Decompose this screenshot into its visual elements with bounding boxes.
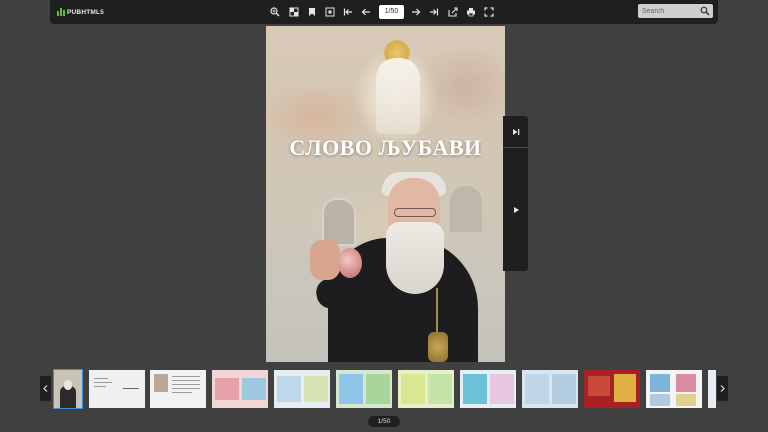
chevron-right-icon <box>720 385 725 392</box>
end-page-icon <box>512 128 519 135</box>
thumbnails-button[interactable] <box>287 5 301 19</box>
page-indicator: 1/50 <box>368 416 400 427</box>
bookmark-icon <box>309 8 315 16</box>
thumbnail-page-1[interactable] <box>53 369 83 409</box>
autoplay-button[interactable] <box>508 202 523 217</box>
pubhtml5-logo[interactable]: PUBHTML5 <box>57 7 104 17</box>
previous-page-icon <box>361 8 370 16</box>
pectoral-cross <box>428 332 448 362</box>
search-icon[interactable] <box>700 6 710 16</box>
top-toolbar: PUBHTML5 <box>50 0 718 24</box>
fresco-figure <box>376 58 420 134</box>
share-icon <box>448 7 458 17</box>
thumbnail-page-20-21[interactable] <box>646 370 702 408</box>
thumbnail-page-4-5[interactable] <box>150 370 206 408</box>
logo-text: PUBHTML5 <box>67 8 104 16</box>
thumbnail-page-8-9[interactable] <box>274 370 330 408</box>
zoom-in-icon <box>270 7 280 17</box>
side-control-panel <box>503 116 528 271</box>
first-page-icon <box>343 8 352 16</box>
thumbnail-page-2-3[interactable] <box>89 370 145 408</box>
background-window <box>450 186 482 232</box>
search-input[interactable] <box>638 4 702 18</box>
thumbnail-page-10-11[interactable] <box>336 370 392 408</box>
thumbnail-page-12-13[interactable] <box>398 370 454 408</box>
search-box[interactable] <box>638 4 713 18</box>
page-number-input[interactable] <box>379 5 404 19</box>
fit-screen-button[interactable] <box>323 5 337 19</box>
side-divider <box>503 147 528 148</box>
thumbnail-page-partial[interactable] <box>708 370 716 408</box>
thumbnail-page-14-15[interactable] <box>460 370 516 408</box>
zoom-in-button[interactable] <box>268 5 282 19</box>
background-window <box>322 198 356 246</box>
chevron-left-icon <box>43 385 48 392</box>
fullscreen-button[interactable] <box>482 5 496 19</box>
easter-egg <box>338 248 362 278</box>
thumbnail-page-18-19[interactable] <box>584 370 640 408</box>
play-icon <box>513 206 519 213</box>
cover-title: СЛОВО ЉУБАВИ <box>289 135 482 160</box>
previous-page-button[interactable] <box>359 5 373 19</box>
bishop-hand <box>310 240 340 280</box>
bishop-glasses <box>394 208 436 217</box>
book-cover-page[interactable]: СЛОВО ЉУБАВИ <box>266 26 505 362</box>
next-page-button[interactable] <box>409 5 423 19</box>
thumbnail-page-6-7[interactable] <box>212 370 268 408</box>
print-button[interactable] <box>464 5 478 19</box>
end-page-button[interactable] <box>508 124 523 139</box>
thumbnail-page-16-17[interactable] <box>522 370 578 408</box>
bookmark-button[interactable] <box>305 5 319 19</box>
bishop-beard <box>386 222 444 294</box>
cross-chain <box>436 288 438 334</box>
last-page-button[interactable] <box>427 5 441 19</box>
last-page-icon <box>430 8 439 16</box>
thumbnails-scroll-right[interactable] <box>717 376 728 401</box>
next-page-icon <box>412 8 421 16</box>
first-page-button[interactable] <box>341 5 355 19</box>
thumbnails-scroll-left[interactable] <box>40 376 51 401</box>
thumbnails-icon <box>289 7 299 17</box>
fit-screen-icon <box>325 7 335 17</box>
share-button[interactable] <box>446 5 460 19</box>
logo-icon <box>57 8 65 16</box>
print-icon <box>467 8 475 17</box>
fullscreen-icon <box>484 7 494 17</box>
